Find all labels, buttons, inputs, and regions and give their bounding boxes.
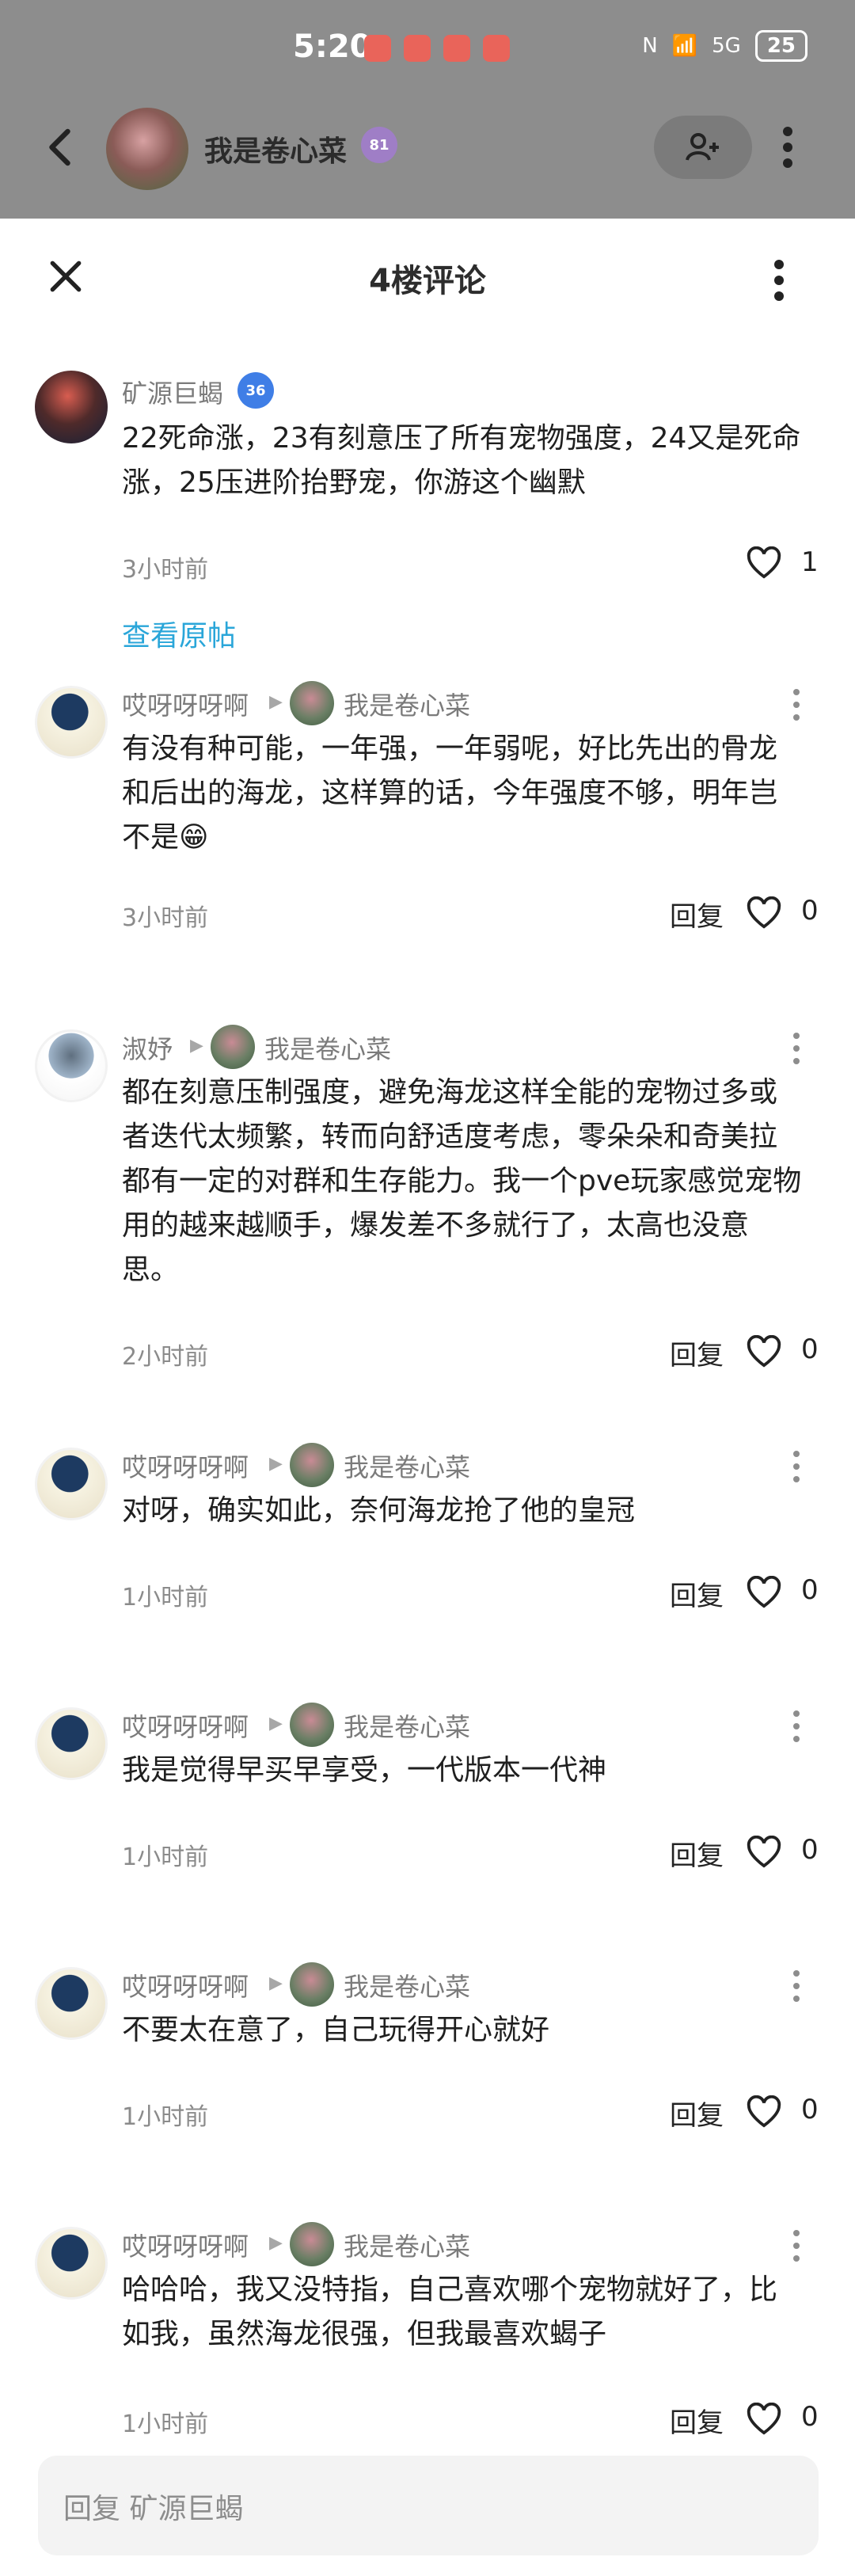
avatar[interactable]	[35, 1967, 108, 2040]
status-app-icons	[364, 35, 510, 62]
avatar[interactable]	[35, 1029, 108, 1102]
comment-text: 我是觉得早买早享受，一代版本一代神	[122, 1754, 607, 1786]
heart-icon[interactable]	[746, 2403, 782, 2436]
comment-text: 对呀，确实如此，奈何海龙抢了他的皇冠	[122, 1494, 636, 1527]
timestamp: 1小时前	[122, 2103, 209, 2131]
signal-label: 5G	[712, 34, 741, 58]
like-count: 0	[801, 1834, 819, 1866]
level-badge: 36	[238, 372, 274, 409]
more-vertical-icon[interactable]	[763, 257, 795, 304]
nfc-icon: N	[642, 34, 658, 58]
profile-header: 我是卷心菜 81	[0, 100, 855, 219]
reply-button[interactable]: 回复	[670, 1574, 724, 1613]
more-vertical-icon[interactable]	[787, 1029, 806, 1067]
avatar[interactable]	[35, 1448, 108, 1520]
timestamp: 1小时前	[122, 1584, 209, 1611]
wifi-icon: 📶	[671, 34, 698, 58]
reply-target-name[interactable]: 我是卷心菜	[344, 1448, 470, 1484]
back-arrow-icon[interactable]	[38, 124, 86, 171]
comment-text: 都在刻意压制强度，避免海龙这样全能的宠物过多或者迭代太频繁，转而向舒适度考虑，零…	[122, 1076, 802, 1286]
like-count: 0	[801, 2094, 819, 2125]
reply-button[interactable]: 回复	[670, 1334, 724, 1372]
commenter-name[interactable]: 哎呀呀呀啊	[122, 1448, 249, 1484]
reply-arrow-icon: ▶	[190, 1036, 203, 1056]
more-vertical-icon[interactable]	[787, 686, 806, 724]
more-vertical-icon[interactable]	[787, 1707, 806, 1745]
reply-target-name[interactable]: 我是卷心菜	[344, 686, 470, 722]
timestamp: 3小时前	[122, 904, 209, 932]
timestamp: 1小时前	[122, 2410, 209, 2438]
reply-arrow-icon: ▶	[269, 692, 283, 712]
commenter-name[interactable]: 淑妤	[122, 1029, 173, 1066]
reply-button[interactable]: 回复	[670, 2094, 724, 2133]
status-bar: 5:20 N 📶 5G 25	[0, 0, 855, 100]
heart-icon[interactable]	[746, 1335, 782, 1368]
commenter-name[interactable]: 哎呀呀呀啊	[122, 686, 249, 722]
status-indicators: N 📶 5G 25	[642, 30, 808, 62]
reply-button[interactable]: 回复	[670, 2401, 724, 2440]
target-avatar[interactable]	[211, 1025, 255, 1069]
commenter-name[interactable]: 哎呀呀呀啊	[122, 1707, 249, 1744]
comment-text: 哈哈哈，我又没特指，自己喜欢哪个宠物就好了，比如我，虽然海龙很强，但我最喜欢蝎子	[122, 2274, 778, 2350]
reply-button[interactable]: 回复	[670, 1834, 724, 1873]
target-avatar[interactable]	[290, 681, 334, 725]
reply-input[interactable]: 回复 矿源巨蝎	[38, 2456, 819, 2555]
comment-text: 不要太在意了，自己玩得开心就好	[122, 2014, 550, 2046]
comment-sheet: 4楼评论 矿源巨蝎 36 22死命涨，23有刻意压了所有宠物强度，24又是死命涨…	[0, 222, 855, 2576]
notification-icon	[364, 35, 391, 62]
target-avatar[interactable]	[290, 1703, 334, 1747]
timestamp: 3小时前	[122, 556, 209, 584]
reply-button[interactable]: 回复	[670, 895, 724, 934]
reply-target-name[interactable]: 我是卷心菜	[344, 1707, 470, 1744]
heart-icon[interactable]	[746, 896, 782, 930]
like-count: 1	[801, 546, 819, 578]
reply-arrow-icon: ▶	[269, 1454, 283, 1474]
target-avatar[interactable]	[290, 1962, 334, 2007]
comment-text: 有没有种可能，一年强，一年弱呢，好比先出的骨龙和后出的海龙，这样算的话，今年强度…	[122, 732, 778, 854]
reply-arrow-icon: ▶	[269, 1973, 283, 1993]
avatar[interactable]	[35, 2227, 108, 2300]
avatar[interactable]	[35, 686, 108, 759]
more-vertical-icon[interactable]	[776, 124, 800, 171]
reply-arrow-icon: ▶	[269, 1714, 283, 1733]
more-vertical-icon[interactable]	[787, 1967, 806, 2005]
more-vertical-icon[interactable]	[787, 1448, 806, 1486]
sheet-title: 4楼评论	[369, 263, 486, 299]
like-count: 0	[801, 1334, 819, 1365]
reply-target-name[interactable]: 我是卷心菜	[344, 1967, 470, 2003]
commenter-name[interactable]: 哎呀呀呀啊	[122, 1967, 249, 2003]
commenter-name[interactable]: 矿源巨蝎	[122, 374, 223, 410]
avatar[interactable]	[35, 1707, 108, 1780]
target-avatar[interactable]	[290, 2222, 334, 2266]
view-original-link[interactable]: 查看原帖	[122, 613, 236, 654]
status-time: 5:20	[293, 29, 372, 65]
notification-icon	[443, 35, 470, 62]
reply-input-placeholder: 回复 矿源巨蝎	[63, 2493, 244, 2525]
comment-text: 22死命涨，23有刻意压了所有宠物强度，24又是死命涨，25压进阶抬野宠，你游这…	[122, 422, 801, 499]
add-friend-button[interactable]	[654, 116, 752, 179]
add-person-icon	[686, 133, 719, 161]
profile-name: 我是卷心菜	[204, 135, 348, 168]
reply-target-name[interactable]: 我是卷心菜	[264, 1029, 391, 1066]
like-count: 0	[801, 2401, 819, 2433]
heart-icon[interactable]	[746, 1576, 782, 1609]
notification-icon	[483, 35, 510, 62]
reply-arrow-icon: ▶	[269, 2233, 283, 2253]
profile-level-badge: 81	[361, 127, 397, 163]
more-vertical-icon[interactable]	[787, 2227, 806, 2265]
battery-icon: 25	[754, 30, 808, 62]
heart-icon[interactable]	[746, 546, 782, 580]
profile-avatar[interactable]	[106, 108, 188, 190]
target-avatar[interactable]	[290, 1443, 334, 1487]
like-count: 0	[801, 1574, 819, 1606]
timestamp: 2小时前	[122, 1343, 209, 1371]
reply-target-name[interactable]: 我是卷心菜	[344, 2227, 470, 2263]
avatar[interactable]	[35, 371, 108, 443]
notification-icon	[404, 35, 431, 62]
like-count: 0	[801, 895, 819, 927]
commenter-name[interactable]: 哎呀呀呀啊	[122, 2227, 249, 2263]
heart-icon[interactable]	[746, 1836, 782, 1869]
heart-icon[interactable]	[746, 2095, 782, 2129]
timestamp: 1小时前	[122, 1844, 209, 1871]
